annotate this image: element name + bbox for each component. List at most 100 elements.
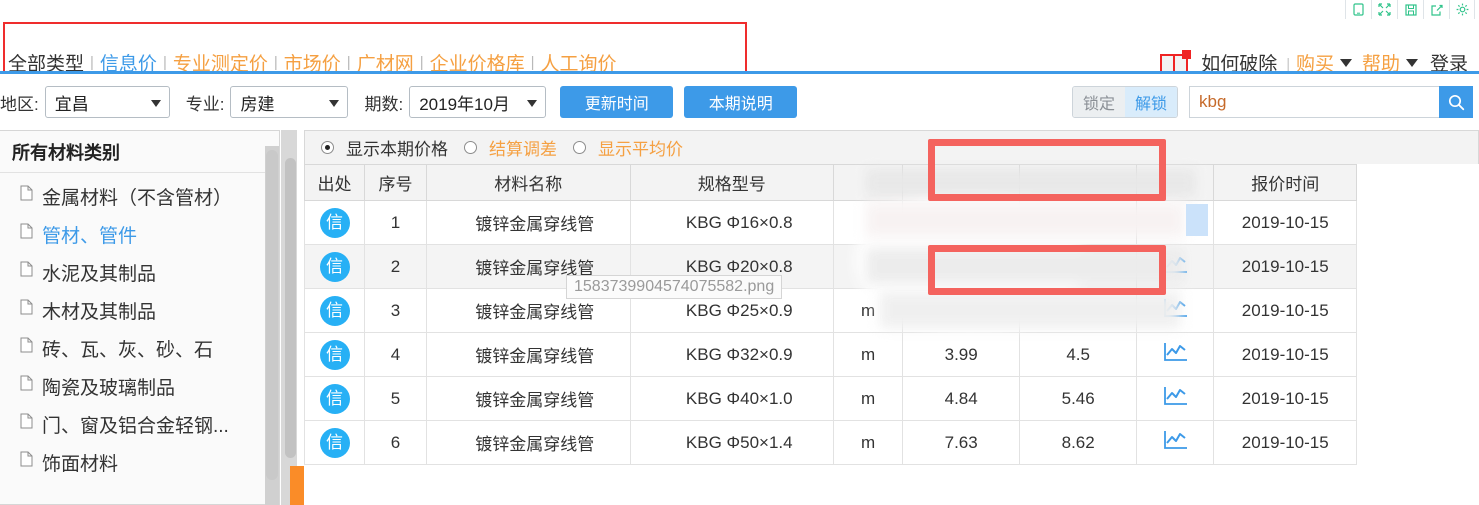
material-category-sidebar: 所有材料类别 金属材料（不含管材） 管材、管件 水泥及其制品 木材及其制品 砖、… xyxy=(0,130,280,505)
cell-source: 信 xyxy=(303,200,366,245)
col-specification[interactable]: 规格型号 xyxy=(629,164,835,201)
period-note-button[interactable]: 本期说明 xyxy=(684,86,798,118)
save-icon[interactable] xyxy=(1397,0,1423,19)
cell-price1: 3.99 xyxy=(902,332,1021,377)
cell-price2: 8.62 xyxy=(1019,420,1138,465)
period-label: 期数: xyxy=(364,94,404,114)
cell-unit: m xyxy=(832,332,904,377)
col-index[interactable]: 序号 xyxy=(364,164,428,201)
cell-index: 1 xyxy=(364,200,428,245)
file-icon xyxy=(20,299,33,321)
unlock-button[interactable]: 解锁 xyxy=(1124,87,1177,117)
filter-toolbar: 地区: 宜昌 专业: 房建 期数: 2019年10月 更新时间 本期说明 锁定 … xyxy=(0,79,1479,127)
filter-group: 地区: 宜昌 专业: 房建 期数: 2019年10月 更新时间 本期说明 xyxy=(0,86,798,118)
cell-quote-time: 2019-10-15 xyxy=(1213,420,1357,465)
nav-separator: | xyxy=(162,54,167,71)
radio-show-average-price[interactable]: 显示平均价 xyxy=(573,135,683,160)
nav-separator: | xyxy=(419,54,424,71)
cell-trend[interactable] xyxy=(1136,376,1215,421)
table-row[interactable]: 信 4 镀锌金属穿线管 KBG Φ32×0.9 m 3.99 4.5 2019-… xyxy=(303,332,1357,377)
update-time-button[interactable]: 更新时间 xyxy=(560,86,674,118)
radio-label: 显示本期价格 xyxy=(346,140,448,159)
sidebar-title: 所有材料类别 xyxy=(0,131,279,173)
cell-unit: m xyxy=(832,376,904,421)
sidebar-item-wood-products[interactable]: 木材及其制品 xyxy=(0,291,279,329)
period-select[interactable]: 2019年10月 xyxy=(409,86,547,118)
redaction-blue-cell xyxy=(1186,204,1208,236)
sidebar-item-pipes-fittings[interactable]: 管材、管件 xyxy=(0,215,279,253)
lock-button[interactable]: 锁定 xyxy=(1072,87,1125,117)
sidebar-item-doors-windows-aluminum[interactable]: 门、窗及铝合金轻钢... xyxy=(0,405,279,443)
radio-settlement-adjustment[interactable]: 结算调差 xyxy=(464,135,557,160)
cell-trend[interactable] xyxy=(1136,420,1215,465)
radio-dot-icon xyxy=(464,141,477,154)
source-badge-icon: 信 xyxy=(319,383,350,414)
table-header-row: 出处 序号 材料名称 规格型号 报价时间 xyxy=(303,164,1357,201)
chevron-down-icon[interactable] xyxy=(1339,58,1352,67)
mobile-view-icon[interactable] xyxy=(1345,0,1371,19)
search-button[interactable] xyxy=(1439,86,1473,118)
region-label: 地区: xyxy=(0,94,39,114)
region-select[interactable]: 宜昌 xyxy=(44,86,170,118)
share-icon[interactable] xyxy=(1423,0,1449,19)
period-value: 2019年10月 xyxy=(419,94,510,114)
cell-material-name: 镀锌金属穿线管 xyxy=(426,376,631,421)
cell-source: 信 xyxy=(303,332,366,377)
top-navigation-bar: 全部类型 | 信息价 | 专业测定价 | 市场价 | 广材网 | 企业价格库 |… xyxy=(0,19,1479,90)
cell-trend[interactable] xyxy=(1136,332,1215,377)
sidebar-item-facing-materials[interactable]: 饰面材料 xyxy=(0,443,279,481)
cell-source: 信 xyxy=(303,376,366,421)
file-icon xyxy=(20,261,33,283)
image-filename-tooltip: 1583739904574075582.png xyxy=(566,275,783,299)
cell-specification: KBG Φ16×0.8 xyxy=(629,200,835,245)
sidebar-inner-scrollbar-thumb[interactable] xyxy=(266,150,278,480)
major-select[interactable]: 房建 xyxy=(230,86,349,118)
table-row[interactable]: 信 2 镀锌金属穿线管 KBG Φ20×0.8 2019-10-15 xyxy=(303,244,1357,289)
major-value: 房建 xyxy=(240,94,275,114)
search-input[interactable] xyxy=(1189,86,1439,118)
nav-separator: | xyxy=(346,54,351,71)
col-quote-time[interactable]: 报价时间 xyxy=(1213,164,1357,201)
cell-source: 信 xyxy=(303,420,366,465)
nav-underline xyxy=(0,71,1479,74)
source-badge-icon: 信 xyxy=(319,295,350,326)
cell-source: 信 xyxy=(303,288,366,333)
trend-chart-icon[interactable] xyxy=(1163,385,1188,412)
source-badge-icon: 信 xyxy=(319,427,350,458)
table-row[interactable]: 信 3 镀锌金属穿线管 KBG Φ25×0.9 m 2019-10-15 xyxy=(303,288,1357,333)
sidebar-item-metal-materials[interactable]: 金属材料（不含管材） xyxy=(0,177,279,215)
sidebar-item-label: 金属材料（不含管材） xyxy=(42,187,233,209)
sidebar-scrollbar-thumb[interactable] xyxy=(285,158,296,458)
fullscreen-icon[interactable] xyxy=(1371,0,1397,19)
trend-chart-icon[interactable] xyxy=(1163,429,1188,456)
chevron-down-icon[interactable] xyxy=(1405,58,1418,67)
cell-material-name: 镀锌金属穿线管 xyxy=(426,420,631,465)
col-material-name[interactable]: 材料名称 xyxy=(426,164,631,201)
radio-dot-icon xyxy=(573,141,586,154)
window-controls xyxy=(1345,0,1475,19)
cell-price2: 5.46 xyxy=(1019,376,1138,421)
col-source[interactable]: 出处 xyxy=(303,164,366,201)
radio-show-current-price[interactable]: 显示本期价格 xyxy=(321,135,448,160)
sidebar-list: 金属材料（不含管材） 管材、管件 水泥及其制品 木材及其制品 砖、瓦、灰、砂、石… xyxy=(0,173,279,481)
application-window: 全部类型 | 信息价 | 专业测定价 | 市场价 | 广材网 | 企业价格库 |… xyxy=(0,0,1479,505)
sidebar-item-ceramic-glass-products[interactable]: 陶瓷及玻璃制品 xyxy=(0,367,279,405)
nav-separator: | xyxy=(273,54,278,71)
sidebar-item-cement-products[interactable]: 水泥及其制品 xyxy=(0,253,279,291)
sidebar-item-label: 陶瓷及玻璃制品 xyxy=(42,377,176,399)
cell-index: 3 xyxy=(364,288,428,333)
cell-quote-time: 2019-10-15 xyxy=(1213,332,1357,377)
cell-quote-time: 2019-10-15 xyxy=(1213,200,1357,245)
cell-quote-time: 2019-10-15 xyxy=(1213,288,1357,333)
settings-icon[interactable] xyxy=(1449,0,1475,19)
redaction-blur-row3 xyxy=(880,292,1180,328)
trend-chart-icon[interactable] xyxy=(1163,341,1188,368)
nav-separator: | xyxy=(90,54,94,71)
sidebar-item-brick-tile-sand-stone[interactable]: 砖、瓦、灰、砂、石 xyxy=(0,329,279,367)
table-row[interactable]: 信 6 镀锌金属穿线管 KBG Φ50×1.4 m 7.63 8.62 2019… xyxy=(303,420,1357,465)
table-row[interactable]: 信 5 镀锌金属穿线管 KBG Φ40×1.0 m 4.84 5.46 2019… xyxy=(303,376,1357,421)
page-scrollbar-thumb[interactable] xyxy=(290,466,304,505)
sidebar-item-label: 管材、管件 xyxy=(42,225,138,247)
search-group: 锁定 解锁 xyxy=(1071,86,1473,118)
cell-specification: KBG Φ32×0.9 xyxy=(629,332,835,377)
